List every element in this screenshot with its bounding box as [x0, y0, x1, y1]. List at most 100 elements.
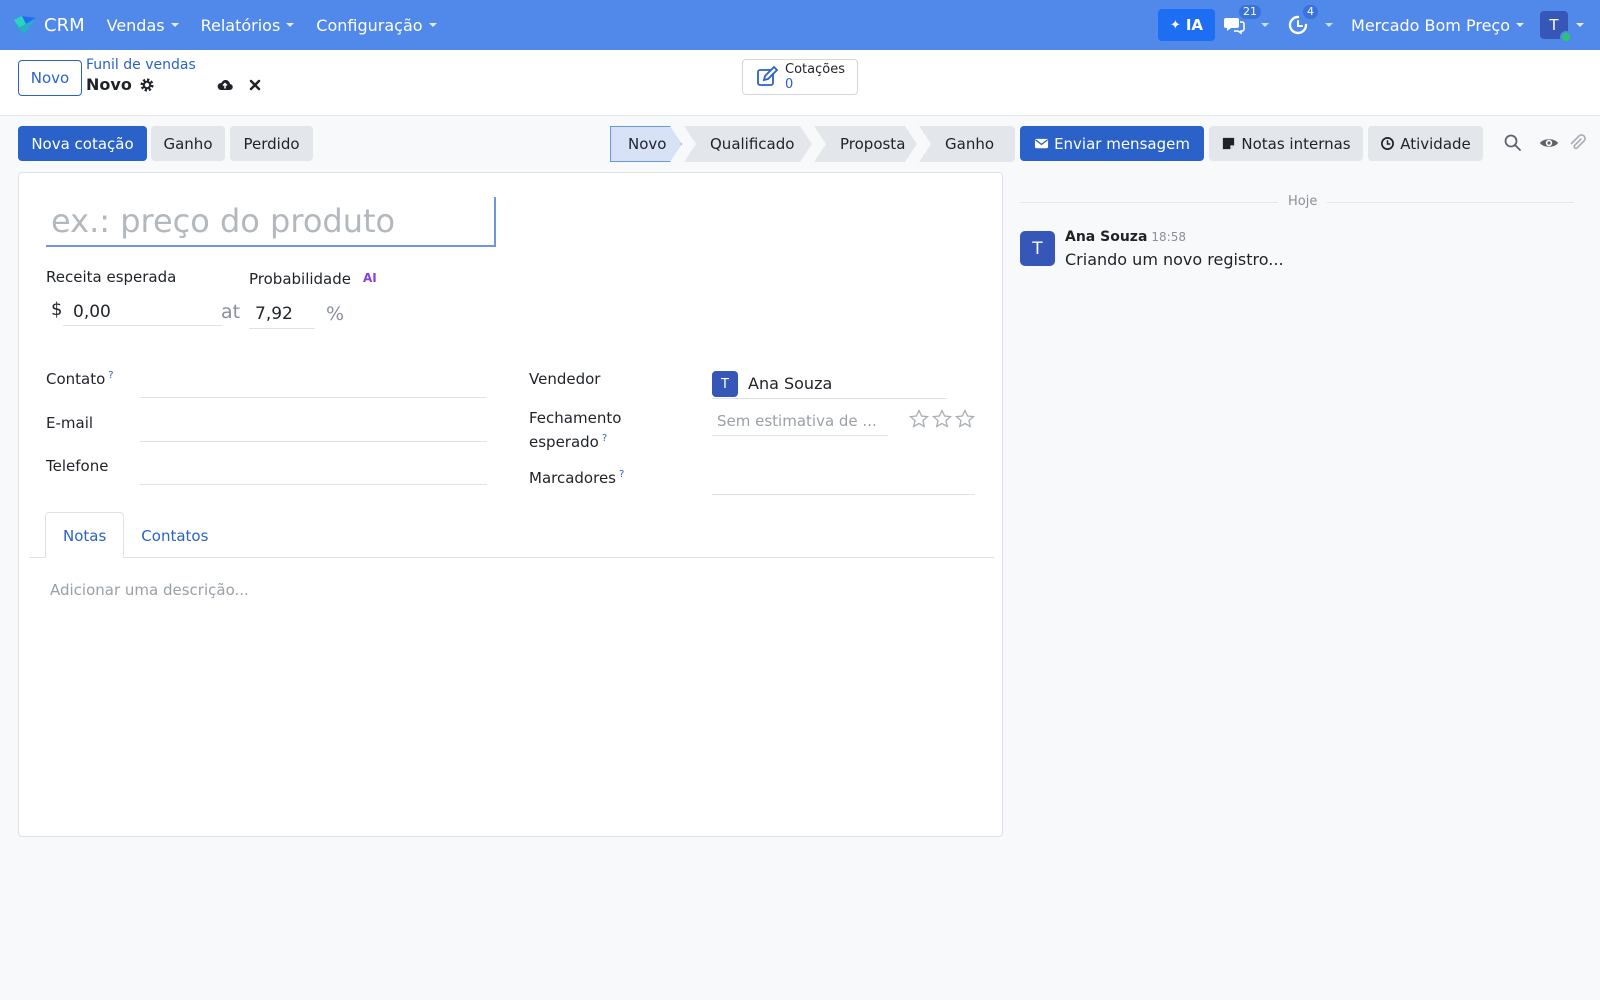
- message-body: Criando um novo registro...: [1065, 250, 1284, 269]
- menu-relatorios[interactable]: Relatórios: [201, 16, 295, 35]
- currency-symbol: $: [51, 299, 63, 320]
- top-navbar: CRM Vendas Relatórios Configuração ✦ IA …: [0, 0, 1600, 50]
- cloud-upload-icon[interactable]: [217, 77, 233, 93]
- menu-configuracao-label: Configuração: [316, 15, 423, 35]
- closing-underline: [712, 435, 888, 436]
- send-message-button[interactable]: Enviar mensagem: [1020, 126, 1204, 161]
- tab-notas[interactable]: Notas: [45, 512, 125, 558]
- description-editor[interactable]: Adicionar uma descrição...: [50, 581, 249, 599]
- stage-novo[interactable]: Novo: [610, 126, 682, 162]
- salesperson-avatar: T: [712, 371, 738, 397]
- chatter-tools: [1503, 133, 1587, 153]
- activities-menu[interactable]: 4: [1287, 5, 1334, 36]
- phone-label: Telefone: [46, 457, 109, 475]
- won-button[interactable]: Ganho: [151, 126, 225, 161]
- search-icon[interactable]: [1503, 133, 1523, 153]
- close-icon[interactable]: [247, 77, 263, 93]
- message-header: Ana Souza 18:58: [1065, 229, 1186, 245]
- contact-help-icon[interactable]: ?: [108, 370, 113, 381]
- brand-name: CRM: [44, 14, 85, 36]
- chevron-down-icon: [1325, 23, 1334, 27]
- company-switcher[interactable]: Mercado Bom Preço: [1351, 16, 1524, 35]
- envelope-icon: [1035, 138, 1049, 149]
- message-time: 18:58: [1151, 230, 1186, 244]
- priority-stars: [909, 409, 978, 429]
- tags-label-text: Marcadores: [529, 469, 616, 487]
- phone-input[interactable]: [140, 484, 487, 485]
- salesperson-input[interactable]: Ana Souza: [748, 374, 832, 393]
- new-quotation-button[interactable]: Nova cotação: [18, 126, 147, 161]
- quotations-count: 0: [785, 77, 794, 92]
- stage-ganho[interactable]: Ganho: [919, 126, 1015, 162]
- messages-menu[interactable]: 21: [1223, 5, 1270, 36]
- ai-probability-icon[interactable]: AI: [363, 271, 377, 285]
- tags-input[interactable]: [712, 494, 975, 495]
- menu-configuracao[interactable]: Configuração: [316, 15, 437, 35]
- salesperson-label: Vendedor: [529, 370, 601, 388]
- messages-count-badge: 21: [1239, 5, 1262, 19]
- paperclip-icon[interactable]: [1567, 133, 1587, 153]
- star-icon[interactable]: [909, 409, 929, 429]
- contact-label-text: Contato: [46, 370, 106, 388]
- contact-label: Contato?: [46, 370, 114, 388]
- edit-document-icon: [757, 65, 779, 86]
- expected-closing-label-2-text: esperado: [529, 433, 599, 451]
- expected-closing-input[interactable]: Sem estimativa de ...: [717, 412, 877, 430]
- stage-qualificado[interactable]: Qualificado: [684, 126, 812, 162]
- probability-label: Probabilidade: [249, 270, 351, 288]
- closing-help-icon[interactable]: ?: [602, 433, 607, 444]
- contact-input[interactable]: [140, 397, 487, 398]
- salesperson-underline: [712, 398, 947, 399]
- send-message-label: Enviar mensagem: [1054, 134, 1190, 153]
- sticky-note-icon: [1223, 137, 1235, 150]
- online-status-icon: [1560, 31, 1572, 43]
- opportunity-name-field[interactable]: [46, 197, 496, 247]
- record-name: Novo: [86, 75, 132, 94]
- chevron-down-icon: [1516, 23, 1524, 27]
- log-note-label: Notas internas: [1241, 134, 1351, 153]
- expected-revenue-input[interactable]: 0,00: [73, 302, 111, 322]
- activities-count-badge: 4: [1303, 5, 1319, 19]
- chevron-down-icon: [1261, 23, 1270, 27]
- quotations-smart-button[interactable]: Cotações 0: [742, 59, 858, 95]
- chevron-down-icon: [170, 23, 179, 27]
- log-note-button[interactable]: Notas internas: [1209, 126, 1363, 161]
- probability-underline: [249, 328, 315, 329]
- ai-button[interactable]: ✦ IA: [1157, 9, 1216, 41]
- message-author-avatar[interactable]: T: [1020, 231, 1055, 266]
- tab-contatos[interactable]: Contatos: [124, 512, 225, 557]
- revenue-underline: [63, 325, 223, 326]
- nav-menu: Vendas Relatórios Configuração: [107, 16, 459, 35]
- new-record-button[interactable]: Novo: [18, 60, 82, 96]
- activity-button[interactable]: Atividade: [1368, 126, 1483, 161]
- opportunity-name-input[interactable]: [46, 199, 486, 243]
- tags-help-icon[interactable]: ?: [619, 469, 624, 480]
- menu-vendas[interactable]: Vendas: [107, 16, 179, 35]
- menu-vendas-label: Vendas: [106, 15, 165, 35]
- lost-button[interactable]: Perdido: [230, 126, 313, 161]
- star-icon[interactable]: [955, 409, 975, 429]
- breadcrumb-pipeline-link[interactable]: Funil de vendas: [86, 57, 277, 73]
- email-input[interactable]: [140, 441, 487, 442]
- form-sheet: Receita esperada Probabilidade AI $ 0,00…: [18, 172, 1003, 837]
- breadcrumb: Funil de vendas Novo: [86, 57, 277, 94]
- crm-logo-icon: [14, 16, 36, 34]
- chevron-down-icon: [428, 23, 437, 27]
- brand[interactable]: CRM: [12, 14, 85, 36]
- percent-sign: %: [326, 303, 345, 325]
- chevron-down-icon[interactable]: [1576, 23, 1584, 27]
- message-author[interactable]: Ana Souza: [1065, 229, 1147, 245]
- activity-label: Atividade: [1400, 134, 1471, 153]
- probability-input[interactable]: 7,92: [255, 304, 293, 324]
- star-icon[interactable]: [932, 409, 952, 429]
- day-label: Hoje: [1278, 194, 1328, 209]
- stage-proposta[interactable]: Proposta: [814, 126, 917, 162]
- company-name: Mercado Bom Preço: [1351, 15, 1510, 35]
- eye-icon[interactable]: [1539, 133, 1559, 153]
- user-avatar[interactable]: T: [1540, 11, 1572, 43]
- email-label: E-mail: [46, 414, 94, 432]
- stage-pipeline: Novo Qualificado Proposta Ganho: [610, 126, 1017, 162]
- sparkle-icon: ✦: [1169, 17, 1181, 33]
- gear-icon[interactable]: [139, 77, 155, 93]
- text-cursor: [494, 197, 496, 247]
